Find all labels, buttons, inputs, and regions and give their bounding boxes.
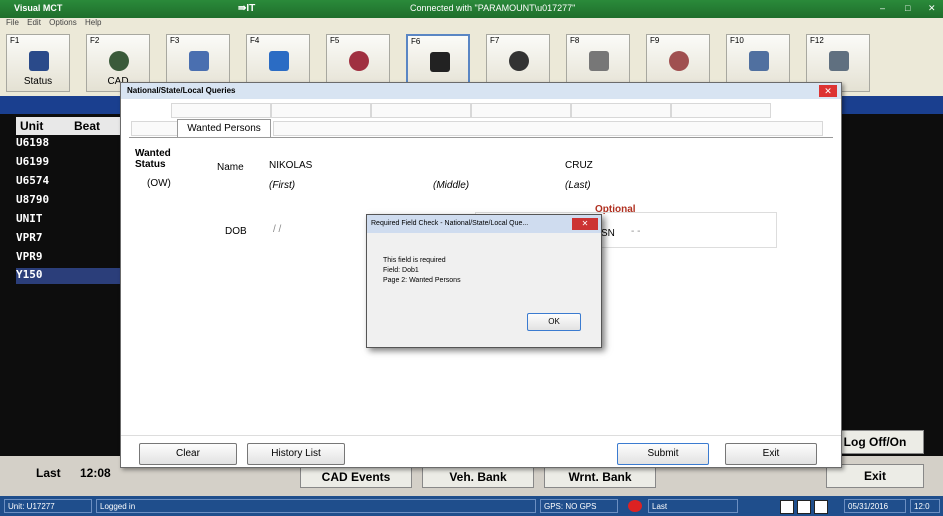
menu-options[interactable]: Options <box>49 18 77 27</box>
minimize-icon[interactable]: – <box>880 3 885 13</box>
submit-button[interactable]: Submit <box>617 443 709 465</box>
menu-edit[interactable]: Edit <box>27 18 41 27</box>
connection-status: Connected with "PARAMOUNT\u017277" <box>410 3 576 13</box>
play-icon[interactable] <box>780 500 794 514</box>
time-display: 12:0 <box>910 499 940 513</box>
ghost-tab-row[interactable] <box>273 121 823 136</box>
wanted-status-value[interactable]: (OW) <box>147 178 171 189</box>
dob-label: DOB <box>225 226 247 237</box>
maximize-icon[interactable]: □ <box>905 3 910 13</box>
date-display: 05/31/2016 <box>844 499 906 513</box>
last-time: 12:08 <box>80 466 111 480</box>
ghost-tab[interactable] <box>571 103 671 118</box>
menu-file[interactable]: File <box>6 18 19 27</box>
unit-row[interactable]: UNIT <box>16 212 124 228</box>
ssn-label: SN <box>601 228 615 239</box>
ghost-tab[interactable] <box>671 103 771 118</box>
unit-column-header: Unit <box>20 119 44 133</box>
ghost-tab[interactable] <box>131 121 181 136</box>
unit-row[interactable]: U8790 <box>16 193 124 209</box>
popup-message-line3: Page 2: Wanted Persons <box>383 277 461 284</box>
monitor-icon <box>269 51 289 71</box>
dob-field[interactable]: / / <box>273 224 281 235</box>
id-card-icon <box>749 51 769 71</box>
first-caption: (First) <box>269 180 296 191</box>
exit-dialog-button[interactable]: Exit <box>725 443 817 465</box>
unit-row[interactable]: VPR7 <box>16 231 124 247</box>
unit-row-selected[interactable]: Y150 <box>16 268 124 284</box>
dialog-title-bar: National/State/Local Queries ✕ <box>121 83 841 99</box>
car-icon <box>509 51 529 71</box>
unit-list-header: Unit Beat <box>16 117 126 135</box>
hazard-icon <box>349 51 369 71</box>
close-icon[interactable]: ✕ <box>928 3 936 14</box>
login-status: Logged in <box>96 499 536 513</box>
person-icon <box>669 51 689 71</box>
unit-row[interactable]: VPR9 <box>16 250 124 266</box>
last-label: Last <box>36 466 61 480</box>
binoculars-icon <box>430 52 450 72</box>
popup-title-bar: Required Field Check - National/State/Lo… <box>367 215 601 233</box>
ok-button[interactable]: OK <box>527 313 581 331</box>
status-bar: Unit: U17277 Logged in GPS: NO GPS Last … <box>0 496 943 516</box>
cad-events-button[interactable]: CAD Events <box>300 466 412 488</box>
mdt-logo: ⇛IT <box>238 3 256 14</box>
history-list-button[interactable]: History List <box>247 443 345 465</box>
middle-caption: (Middle) <box>433 180 470 191</box>
minimize-panel-icon[interactable] <box>814 500 828 514</box>
window-title-bar: Visual MCT ⇛IT Connected with "PARAMOUNT… <box>0 0 943 18</box>
veh-bank-button[interactable]: Veh. Bank <box>422 466 534 488</box>
wanted-status-label: Wanted Status <box>135 148 171 170</box>
beat-column-header: Beat <box>74 119 101 133</box>
tab-wanted-persons[interactable]: Wanted Persons <box>177 119 271 138</box>
first-name-field[interactable]: NIKOLAS <box>269 160 312 171</box>
last-status: Last <box>648 499 738 513</box>
last-name-field[interactable]: CRUZ <box>565 160 593 171</box>
gun-icon <box>589 51 609 71</box>
people-icon <box>109 51 129 71</box>
alert-indicator-icon <box>628 500 642 512</box>
last-caption: (Last) <box>565 180 591 191</box>
ghost-tab[interactable] <box>371 103 471 118</box>
required-field-popup: Required Field Check - National/State/Lo… <box>366 214 602 348</box>
app-title: Visual MCT <box>14 3 63 13</box>
ssn-field[interactable]: - - <box>631 226 640 237</box>
menu-help[interactable]: Help <box>85 18 101 27</box>
popup-message-line1: This field is required <box>383 257 446 264</box>
gps-status: GPS: NO GPS <box>540 499 618 513</box>
stop-icon[interactable] <box>797 500 811 514</box>
unit-row[interactable]: U6574 <box>16 174 124 190</box>
dialog-title: National/State/Local Queries <box>127 86 236 95</box>
unit-status: Unit: U17277 <box>4 499 92 513</box>
notepad-icon <box>829 51 849 71</box>
menu-bar: File Edit Options Help <box>0 18 943 30</box>
ghost-tab[interactable] <box>171 103 271 118</box>
popup-message-line2: Field: Dob1 <box>383 267 419 274</box>
help-icon <box>29 51 49 71</box>
popup-title: Required Field Check - National/State/Lo… <box>371 220 529 227</box>
f1-status-button[interactable]: F1 Status <box>6 34 70 92</box>
name-label: Name <box>217 162 244 173</box>
ghost-tab[interactable] <box>271 103 371 118</box>
ghost-tab[interactable] <box>471 103 571 118</box>
dialog-close-button[interactable]: ✕ <box>819 85 837 97</box>
unit-row[interactable]: U6198 <box>16 136 124 152</box>
clear-button[interactable]: Clear <box>139 443 237 465</box>
wrnt-bank-button[interactable]: Wrnt. Bank <box>544 466 656 488</box>
document-arrow-icon <box>189 51 209 71</box>
popup-close-button[interactable]: ✕ <box>572 218 598 230</box>
unit-row[interactable]: U6199 <box>16 155 124 171</box>
dialog-footer-divider <box>121 435 841 436</box>
